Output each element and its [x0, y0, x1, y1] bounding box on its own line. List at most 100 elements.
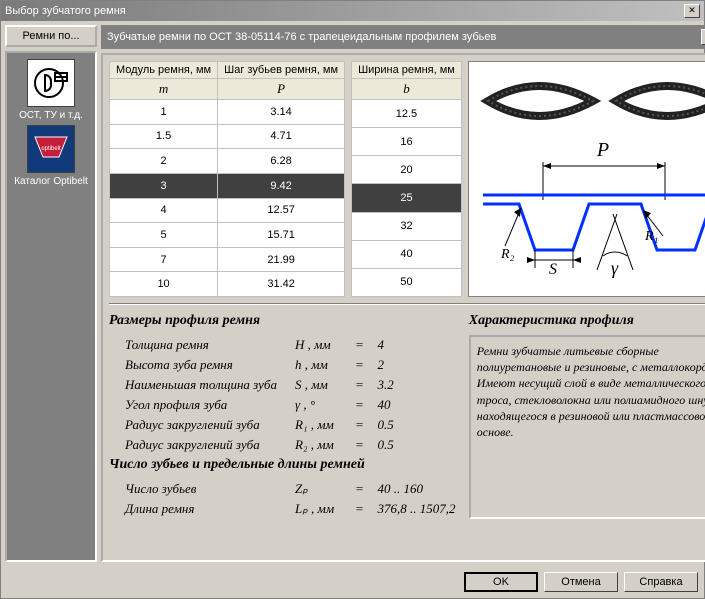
sidebar-item-optibelt[interactable]: optibelt Каталог Optibelt	[9, 125, 93, 187]
cell-b: 16	[352, 128, 462, 156]
table-row[interactable]: 16	[352, 128, 462, 156]
belt-illustration: P	[468, 61, 705, 297]
spec-value: 40 .. 160	[371, 481, 423, 497]
table-row[interactable]: 25	[352, 184, 462, 212]
spec-label: Длина ремня	[125, 501, 295, 517]
cell-b: 32	[352, 212, 462, 240]
content-panel: Модуль ремня, мм Шаг зубьев ремня, мм m …	[101, 53, 705, 562]
horizontal-divider	[109, 303, 705, 305]
cell-b: 40	[352, 240, 462, 268]
cell-p: 15.71	[218, 223, 345, 248]
spec-symbol: h , мм	[295, 357, 355, 373]
spec-value: 0.5	[371, 417, 394, 433]
spec-value: 3.2	[371, 377, 394, 393]
spec-symbol: γ , °	[295, 397, 355, 413]
spec-symbol: S , мм	[295, 377, 355, 393]
sidebar-item-ost[interactable]: ОСТ, ТУ и т.д.	[9, 59, 93, 121]
equals-sign: =	[355, 357, 371, 373]
cell-p: 21.99	[218, 247, 345, 272]
profile-dimensions: Размеры профиля ремня Толщина ремняH , м…	[109, 311, 459, 519]
equals-sign: =	[355, 481, 371, 497]
table-row[interactable]: 721.99	[110, 247, 345, 272]
belt-profile-diagram: P	[473, 140, 705, 290]
section-header: Зубчатые ремни по ОСТ 38-05114-76 с трап…	[101, 25, 705, 49]
sidebar-body: ОСТ, ТУ и т.д. optibelt Каталог Optibelt	[5, 51, 97, 562]
spec-value: 2	[371, 357, 384, 373]
spec-row: Радиус закруглений зубаR₁ , мм= 0.5	[109, 415, 459, 435]
col-header-pitch: Шаг зубьев ремня, мм	[218, 62, 345, 79]
table-row[interactable]: 515.71	[110, 223, 345, 248]
spec-value: 376,8 .. 1507,2	[371, 501, 456, 517]
table-row[interactable]: 13.14	[110, 100, 345, 125]
module-pitch-table[interactable]: Модуль ремня, мм Шаг зубьев ремня, мм m …	[109, 61, 345, 297]
table-row[interactable]: 12.5	[352, 100, 462, 128]
close-icon[interactable]: ✕	[684, 4, 700, 18]
profile-title: Размеры профиля ремня	[109, 313, 459, 329]
table-row[interactable]: 26.28	[110, 149, 345, 174]
equals-sign: =	[355, 337, 371, 353]
ost-cert-icon	[27, 59, 75, 107]
table-row[interactable]: 1031.42	[110, 272, 345, 297]
spec-symbol: H , мм	[295, 337, 355, 353]
svg-text:R₂: R₂	[500, 247, 515, 262]
equals-sign: =	[355, 501, 371, 517]
width-table[interactable]: Ширина ремня, мм b 12.5162025324050	[351, 61, 462, 297]
cancel-button[interactable]: Отмена	[544, 572, 618, 592]
cell-m: 10	[110, 272, 218, 297]
spec-row: Толщина ремняH , мм= 4	[109, 335, 459, 355]
cell-b: 20	[352, 156, 462, 184]
cell-b: 12.5	[352, 100, 462, 128]
table-row[interactable]: 20	[352, 156, 462, 184]
cell-p: 4.71	[218, 124, 345, 149]
sidebar-header-button[interactable]: Ремни по...	[5, 25, 97, 47]
characteristic-text: Ремни зубчатые литьевые сборные полиурет…	[469, 335, 705, 519]
spec-row: Число зубьевZₚ= 40 .. 160	[109, 479, 459, 499]
spec-label: Угол профиля зуба	[125, 397, 295, 413]
spec-symbol: R₁ , мм	[295, 417, 355, 433]
sidebar-item-label: Каталог Optibelt	[14, 176, 88, 187]
col-symbol-m: m	[110, 79, 218, 100]
sidebar: Ремни по... ОСТ, ТУ и т.д.	[5, 25, 97, 562]
window-title: Выбор зубчатого ремня	[5, 5, 126, 17]
spec-symbol: R₂ , мм	[295, 437, 355, 453]
col-symbol-p: P	[218, 79, 345, 100]
table-row[interactable]: 1.54.71	[110, 124, 345, 149]
belt-photo-icon	[478, 66, 705, 136]
help-button[interactable]: Справка	[624, 572, 698, 592]
table-row[interactable]: 50	[352, 268, 462, 296]
main-panel: Зубчатые ремни по ОСТ 38-05114-76 с трап…	[101, 25, 705, 562]
spec-label: Число зубьев	[125, 481, 295, 497]
cell-p: 9.42	[218, 173, 345, 198]
cell-m: 5	[110, 223, 218, 248]
spec-row: Высота зуба ремняh , мм= 2	[109, 355, 459, 375]
cell-b: 25	[352, 184, 462, 212]
equals-sign: =	[355, 417, 371, 433]
svg-text:R₁: R₁	[644, 229, 658, 244]
table-row[interactable]: 32	[352, 212, 462, 240]
spec-label: Толщина ремня	[125, 337, 295, 353]
spec-row: Длина ремняLₚ , мм= 376,8 .. 1507,2	[109, 499, 459, 519]
titlebar: Выбор зубчатого ремня ✕	[1, 1, 704, 21]
cell-m: 1.5	[110, 124, 218, 149]
svg-text:optibelt: optibelt	[41, 146, 61, 152]
equals-sign: =	[355, 437, 371, 453]
col-header-module: Модуль ремня, мм	[110, 62, 218, 79]
cell-m: 2	[110, 149, 218, 174]
sidebar-item-label: ОСТ, ТУ и т.д.	[19, 110, 83, 121]
section-title: Зубчатые ремни по ОСТ 38-05114-76 с трап…	[107, 31, 496, 43]
limits-title: Число зубьев и предельные длины ремней	[109, 457, 459, 473]
optibelt-icon: optibelt	[27, 125, 75, 173]
spec-value: 0.5	[371, 437, 394, 453]
svg-text:S: S	[549, 261, 557, 278]
spec-symbol: Lₚ , мм	[295, 501, 355, 517]
equals-sign: =	[355, 377, 371, 393]
cell-p: 31.42	[218, 272, 345, 297]
table-row[interactable]: 40	[352, 240, 462, 268]
table-row[interactable]: 39.42	[110, 173, 345, 198]
prev-button[interactable]: ◄	[701, 29, 705, 45]
svg-text:γ: γ	[611, 258, 619, 278]
cell-m: 7	[110, 247, 218, 272]
table-row[interactable]: 412.57	[110, 198, 345, 223]
ok-button[interactable]: OK	[464, 572, 538, 592]
cell-p: 3.14	[218, 100, 345, 125]
